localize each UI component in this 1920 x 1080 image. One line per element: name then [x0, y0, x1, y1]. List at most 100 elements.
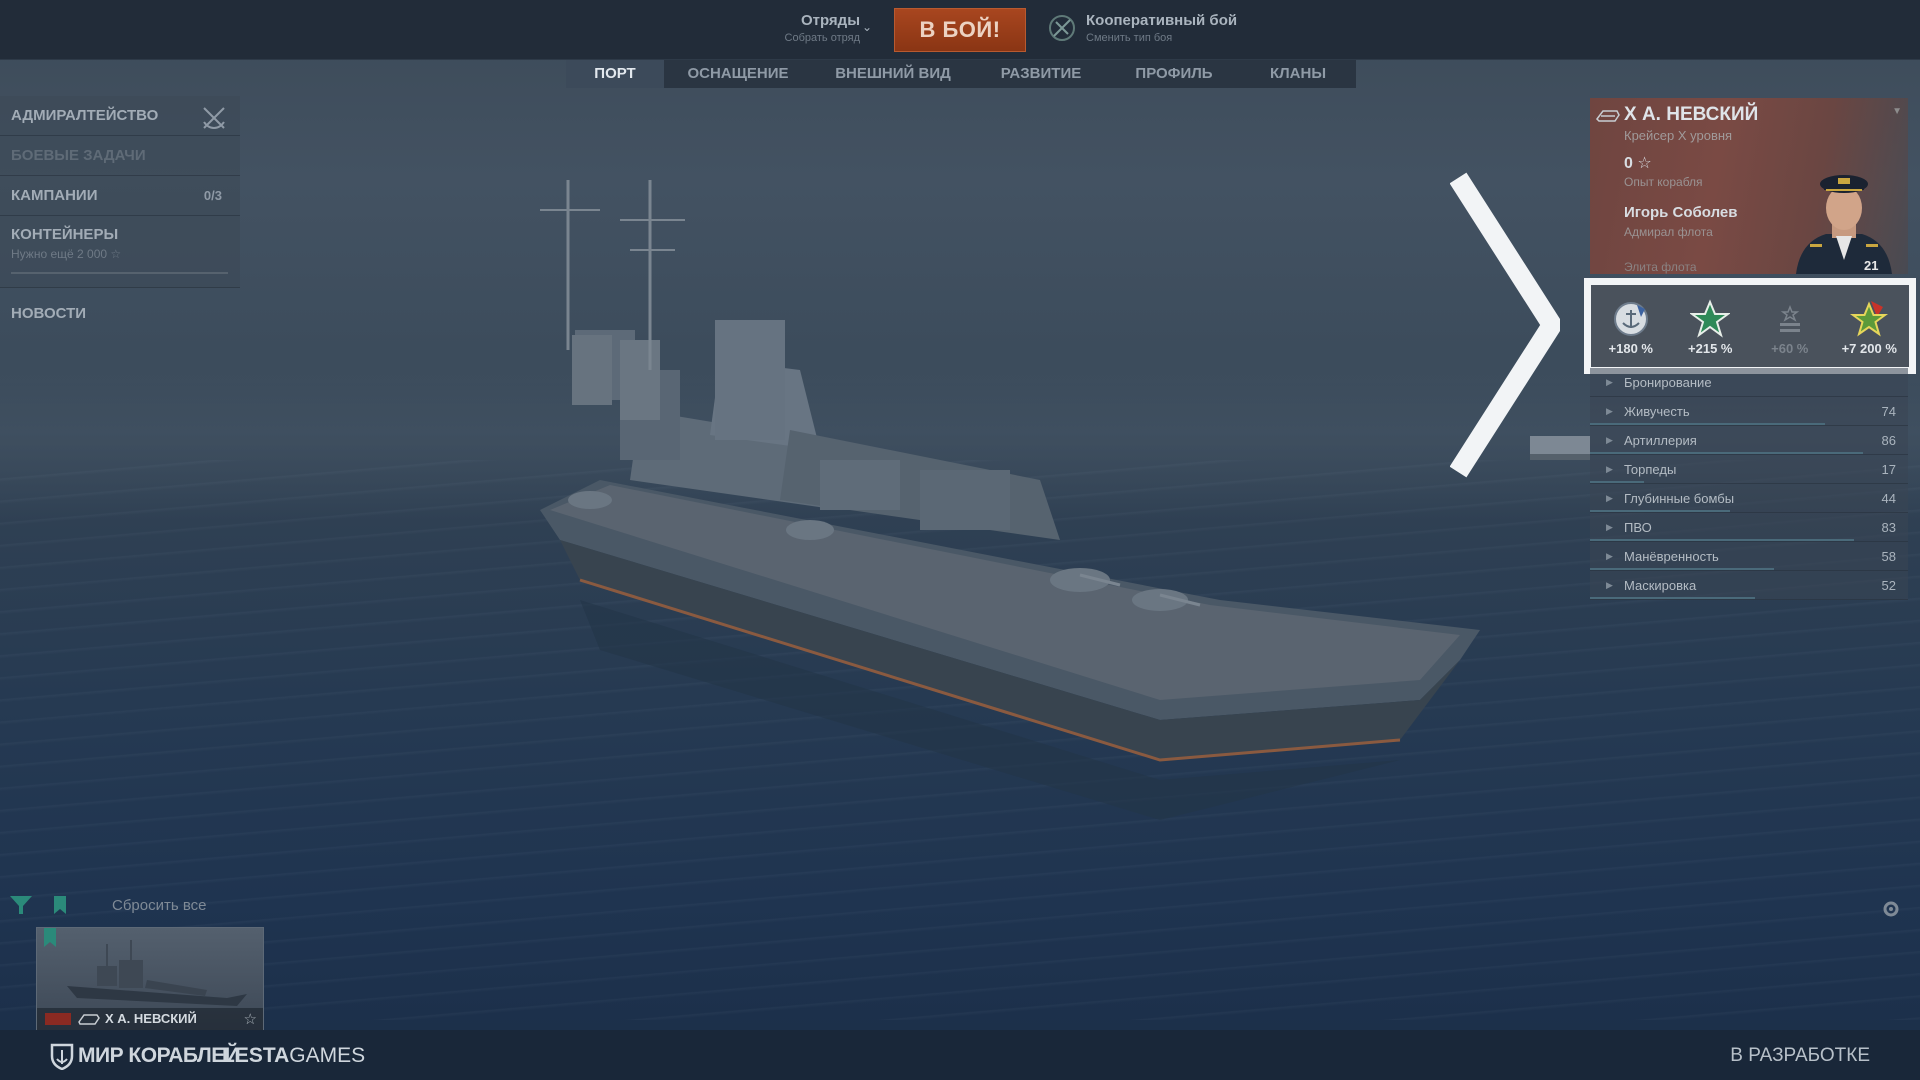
ship-stats-list: ▶ Бронирование ▶ Живучесть 74 ▶ Артиллерия 86 ▶ Т… — [1590, 368, 1908, 600]
expand-arrow-icon: ▶ — [1606, 522, 1613, 532]
ship-card[interactable]: X А. НЕВСКИЙ ☆ — [36, 927, 264, 1031]
battle-mode-selector[interactable]: Кооперативный бой Сменить тип боя — [1086, 12, 1237, 44]
commander-level: 21 — [1864, 258, 1879, 273]
stat-bar — [1590, 539, 1854, 541]
stat-bar — [1590, 510, 1730, 512]
stat-row[interactable]: ▶ Маскировка 52 — [1590, 571, 1908, 600]
battle-button[interactable]: В БОЙ! — [894, 8, 1026, 52]
expand-arrow-icon: ▶ — [1606, 580, 1613, 590]
company-logo-rest: GAMES — [289, 1044, 366, 1067]
company-logo: LESTAGAMES — [222, 1044, 365, 1068]
collapse-icon[interactable]: ▼ — [1892, 106, 1902, 117]
reset-filters-link[interactable]: Сбросить все — [112, 897, 206, 914]
cruiser-class-icon — [1596, 110, 1620, 122]
squad-title: Отряды — [800, 12, 860, 29]
stat-label: Манёвренность — [1624, 549, 1719, 564]
development-status: В РАЗРАБОТКЕ — [1730, 1045, 1870, 1066]
menu-admiralty[interactable]: АДМИРАЛТЕЙСТВО — [0, 96, 240, 136]
game-logo: МИР КОРАБЛЕЙ — [78, 1044, 240, 1067]
expand-arrow-icon: ▶ — [1606, 493, 1613, 503]
stat-bar — [1590, 423, 1826, 425]
tab-equipment[interactable]: ОСНАЩЕНИЕ — [664, 60, 812, 88]
stat-value: 17 — [1881, 462, 1896, 477]
stat-bar — [1590, 452, 1864, 454]
stat-row[interactable]: ▶ Глубинные бомбы 44 — [1590, 484, 1908, 513]
battle-mode-title: Кооперативный бой — [1086, 12, 1238, 29]
squad-subtitle: Собрать отряд — [784, 32, 860, 44]
captain-rank: Адмирал флота — [1624, 225, 1713, 239]
bonus-value: +215 % — [1688, 341, 1733, 356]
menu-campaigns[interactable]: КАМПАНИИ 0/3 — [0, 176, 240, 216]
menu-containers-label: КОНТЕЙНЕРЫ — [11, 226, 119, 243]
bonus-value: +180 % — [1608, 341, 1653, 356]
menu-news[interactable]: НОВОСТИ — [0, 294, 240, 334]
ship-model[interactable] — [520, 180, 1500, 880]
crossed-anchors-icon — [203, 107, 225, 129]
cruiser-class-icon — [78, 1014, 100, 1025]
stat-value: 52 — [1881, 578, 1896, 593]
elite-star-icon: ☆ — [243, 1011, 257, 1028]
ship-xp-label: Опыт корабля — [1624, 175, 1703, 189]
tab-development[interactable]: РАЗВИТИЕ — [974, 60, 1108, 88]
stat-bar — [1590, 481, 1645, 483]
menu-combat-tasks[interactable]: БОЕВЫЕ ЗАДАЧИ — [0, 136, 240, 176]
stat-value: 58 — [1881, 549, 1896, 564]
expand-arrow-icon: ▶ — [1606, 464, 1613, 474]
stat-bar — [1590, 568, 1775, 570]
captain-portrait[interactable] — [1786, 164, 1902, 274]
menu-news-label: НОВОСТИ — [11, 305, 87, 322]
stat-row[interactable]: ▶ ПВО 83 — [1590, 513, 1908, 542]
ship-xp: 0 ☆ — [1624, 155, 1652, 172]
battle-mode-icon[interactable] — [1046, 12, 1078, 44]
game-logo-icon — [50, 1043, 74, 1070]
bonus-value: +7 200 % — [1841, 341, 1897, 356]
stat-label: ПВО — [1624, 520, 1652, 535]
ussr-flag-icon — [45, 1013, 71, 1025]
tab-appearance[interactable]: ВНЕШНИЙ ВИД — [812, 60, 974, 88]
gear-icon[interactable] — [1880, 898, 1902, 920]
stat-label: Артиллерия — [1624, 433, 1697, 448]
stat-row[interactable]: ▶ Артиллерия 86 — [1590, 426, 1908, 455]
bonus-value: +60 % — [1771, 341, 1809, 356]
bookmark-icon[interactable] — [52, 894, 68, 916]
campaigns-count: 0/3 — [203, 188, 222, 203]
chevron-down-icon[interactable]: ⌄ — [862, 20, 874, 34]
tab-clans[interactable]: КЛАНЫ — [1240, 60, 1356, 88]
battle-mode-subtitle: Сменить тип боя — [1086, 32, 1173, 44]
bonus-ship-xp[interactable]: +215 % — [1680, 299, 1740, 356]
containers-progress-bar — [11, 272, 228, 274]
stat-label: Живучесть — [1624, 404, 1690, 419]
main-tabs: ПОРТ ОСНАЩЕНИЕ ВНЕШНИЙ ВИД РАЗВИТИЕ ПРОФ… — [566, 60, 1356, 88]
left-menu: АДМИРАЛТЕЙСТВО БОЕВЫЕ ЗАДАЧИ КАМПАНИИ 0/… — [0, 96, 240, 334]
ship-class: Крейсер X уровня — [1624, 128, 1733, 143]
chevron-right-icon — [1450, 172, 1560, 478]
stat-row[interactable]: ▶ Манёвренность 58 — [1590, 542, 1908, 571]
footer: МИР КОРАБЛЕЙ LESTAGAMES В РАЗРАБОТКЕ — [0, 1030, 1920, 1080]
elite-label: Элита флота — [1624, 260, 1697, 274]
ship-card-label: X А. НЕВСКИЙ ☆ — [37, 1008, 263, 1030]
expand-arrow-icon: ▶ — [1606, 435, 1613, 445]
menu-combat-tasks-label: БОЕВЫЕ ЗАДАЧИ — [11, 147, 146, 164]
menu-campaigns-label: КАМПАНИИ — [11, 187, 98, 204]
tab-profile[interactable]: ПРОФИЛЬ — [1108, 60, 1240, 88]
squad-button[interactable]: Отряды Собрать отряд — [760, 12, 860, 44]
ship-card-name: X А. НЕВСКИЙ — [105, 1011, 197, 1026]
stat-row[interactable]: ▶ Бронирование — [1590, 368, 1908, 397]
grey-rank-icon — [1779, 304, 1800, 332]
stat-row[interactable]: ▶ Живучесть 74 — [1590, 397, 1908, 426]
stat-value: 74 — [1881, 404, 1896, 419]
economic-bonuses-highlight: +180 % +215 % +60 % +7 200 % — [1584, 278, 1916, 374]
stat-bar — [1590, 597, 1756, 599]
filter-icon[interactable] — [8, 894, 34, 916]
ship-name: X А. НЕВСКИЙ — [1624, 104, 1759, 125]
captain-name[interactable]: Игорь Соболев — [1624, 204, 1738, 221]
menu-containers[interactable]: КОНТЕЙНЕРЫ Нужно ещё 2 000 ☆ — [0, 216, 240, 288]
green-star-icon — [1690, 299, 1731, 338]
stat-row[interactable]: ▶ Торпеды 17 — [1590, 455, 1908, 484]
bonus-free-xp[interactable]: +7 200 % — [1839, 299, 1899, 356]
bonus-credits[interactable]: +180 % — [1601, 299, 1661, 356]
card-bookmark-icon — [44, 928, 56, 947]
tab-port[interactable]: ПОРТ — [566, 60, 664, 88]
bonus-commander-xp[interactable]: +60 % — [1760, 299, 1820, 356]
expand-arrow-icon: ▶ — [1606, 551, 1613, 561]
